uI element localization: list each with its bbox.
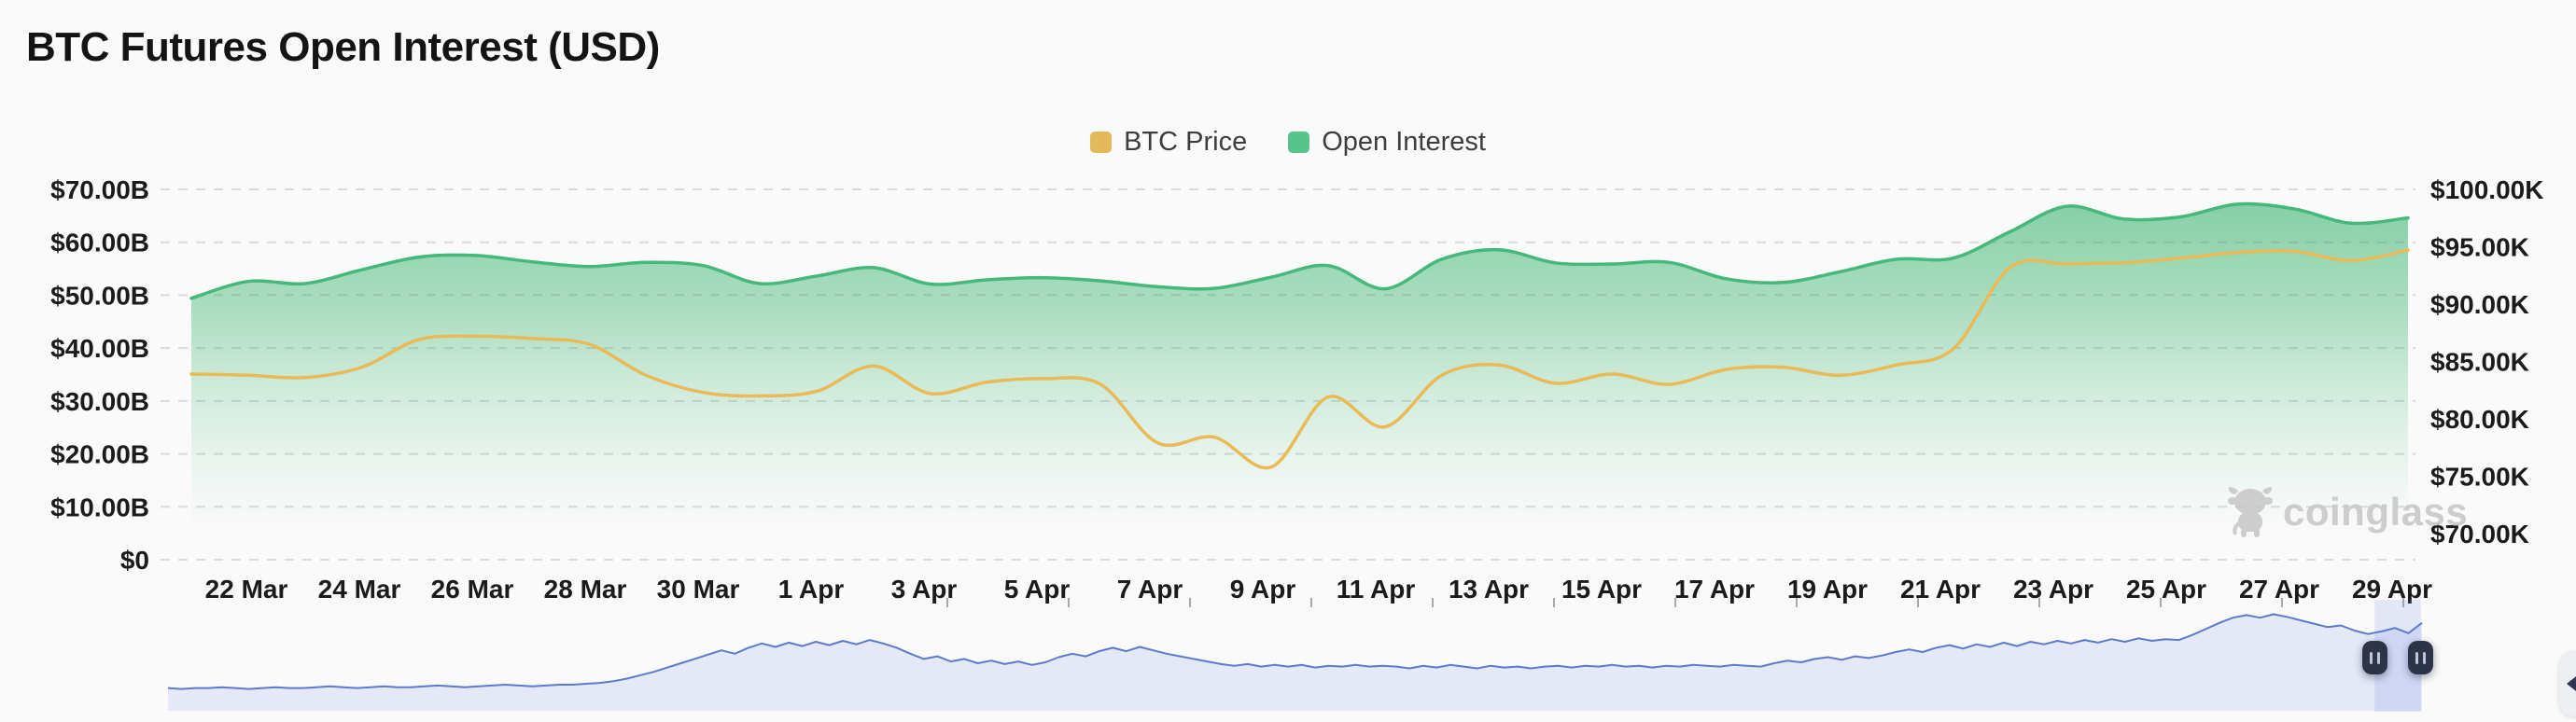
navigator-left-handle[interactable] (2362, 641, 2387, 674)
navigator-right-handle[interactable] (2408, 641, 2433, 674)
navigator-area (168, 615, 2422, 712)
pause-bars-icon (2415, 652, 2418, 664)
chevron-left-icon (2567, 673, 2576, 694)
right-panel-toggle-button[interactable] (2559, 651, 2576, 716)
timeline-navigator[interactable] (0, 0, 2576, 722)
coinglass-oi-chart-page: BTC Futures Open Interest (USD) BTC Pric… (0, 0, 2576, 722)
pause-bars-icon (2370, 652, 2373, 664)
